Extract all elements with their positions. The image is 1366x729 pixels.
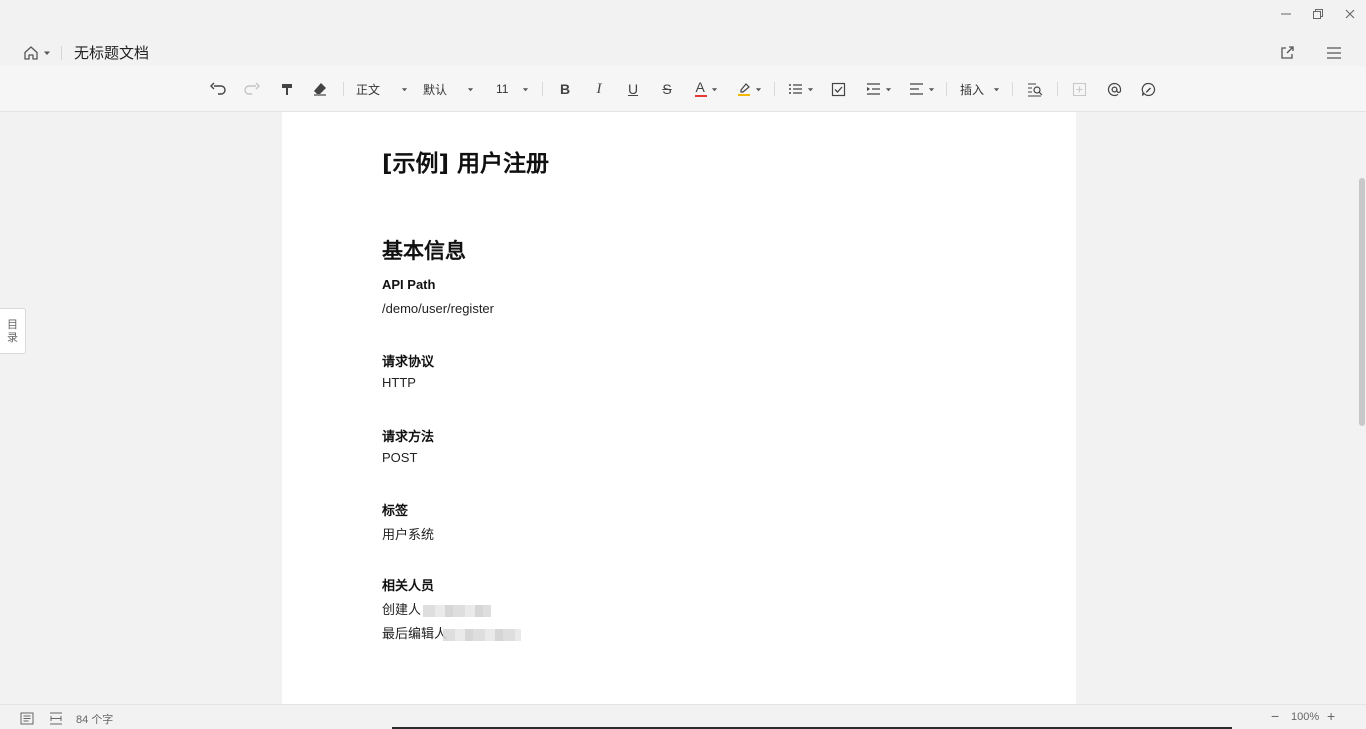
italic-button[interactable]: I: [588, 78, 610, 100]
field-value-tags[interactable]: 用户系统: [382, 524, 434, 543]
home-button[interactable]: [22, 42, 51, 64]
chevron-down-icon: [885, 87, 892, 91]
field-value-api-path[interactable]: /demo/user/register: [382, 301, 494, 316]
insert-menu[interactable]: 插入: [960, 78, 1000, 100]
bulleted-list-button[interactable]: [787, 78, 815, 100]
font-family-value: 默认: [423, 82, 448, 97]
document-heading[interactable]: [示例] 用户注册: [382, 144, 549, 178]
field-label-protocol[interactable]: 请求协议: [382, 351, 434, 370]
field-value-method[interactable]: POST: [382, 450, 417, 465]
font-color-swatch: [694, 95, 707, 97]
redacted-name: [443, 628, 522, 641]
chevron-down-icon: [993, 87, 1000, 91]
eraser-icon[interactable]: [309, 78, 331, 100]
redacted-name: [423, 604, 492, 617]
bulleted-list-icon: [789, 84, 802, 94]
indent-icon: [867, 83, 880, 95]
find-replace-icon[interactable]: [1024, 78, 1046, 100]
chevron-down-icon: [711, 87, 717, 91]
home-icon: [24, 46, 38, 60]
highlight-color-button[interactable]: [735, 78, 763, 100]
hamburger-menu-icon[interactable]: [1323, 42, 1345, 64]
field-label-tags[interactable]: 标签: [382, 500, 408, 519]
checklist-icon[interactable]: [827, 78, 849, 100]
field-value-last-editor[interactable]: 最后编辑人: [382, 623, 522, 642]
font-size-select[interactable]: 11: [496, 78, 529, 100]
window-controls: [1270, 0, 1366, 28]
chevron-down-icon: [807, 87, 814, 91]
indent-button[interactable]: [864, 78, 894, 100]
toc-label: 录: [7, 331, 18, 344]
add-block-icon[interactable]: [1068, 78, 1090, 100]
field-value-protocol[interactable]: HTTP: [382, 375, 416, 390]
undo-icon[interactable]: [207, 78, 229, 100]
zoom-in-button[interactable]: +: [1327, 708, 1335, 724]
table-of-contents-tab[interactable]: 目 录: [0, 308, 26, 354]
toolbar-divider: [542, 82, 543, 96]
highlighter-icon: [737, 83, 750, 96]
strikethrough-label: S: [662, 81, 672, 97]
redo-icon[interactable]: [241, 78, 263, 100]
strikethrough-button[interactable]: S: [656, 78, 678, 100]
font-color-icon: A: [694, 79, 707, 98]
restore-icon[interactable]: [1302, 0, 1334, 28]
document-page[interactable]: [示例] 用户注册 基本信息 API Path /demo/user/regis…: [282, 112, 1076, 704]
creator-label: 创建人: [382, 602, 422, 617]
format-painter-icon[interactable]: [276, 78, 298, 100]
toolbar-divider: [1057, 82, 1058, 96]
at-mention-icon[interactable]: [1103, 78, 1125, 100]
formatting-toolbar: [0, 66, 1366, 112]
field-label-api-path[interactable]: API Path: [382, 277, 435, 292]
underline-label: U: [627, 81, 639, 97]
chevron-down-icon: [522, 87, 529, 91]
document-canvas: [示例] 用户注册 基本信息 API Path /demo/user/regis…: [0, 112, 1366, 704]
bold-button[interactable]: B: [554, 78, 576, 100]
toolbar-divider: [774, 82, 775, 96]
field-label-method[interactable]: 请求方法: [382, 426, 434, 445]
font-color-label: A: [695, 79, 705, 95]
chevron-down-icon: [755, 87, 761, 91]
font-size-value: 11: [496, 82, 509, 96]
title-divider: [61, 46, 62, 60]
chevron-down-icon: [401, 87, 408, 91]
zoom-out-button[interactable]: −: [1271, 708, 1279, 724]
field-label-people[interactable]: 相关人员: [382, 575, 434, 594]
last-editor-label: 最后编辑人: [382, 626, 448, 641]
toc-label: 目: [7, 318, 18, 331]
outline-view-icon[interactable]: [19, 710, 35, 726]
underline-button[interactable]: U: [622, 78, 644, 100]
insert-label: 插入: [960, 82, 985, 97]
word-count: 84 个字: [76, 714, 114, 726]
bold-label: B: [559, 81, 571, 97]
section-heading[interactable]: 基本信息: [382, 235, 466, 265]
title-bar: 无标题文档: [0, 0, 1366, 66]
status-bar: 84 个字 − 100% +: [0, 704, 1366, 729]
field-value-creator[interactable]: 创建人: [382, 599, 492, 618]
chevron-down-icon: [467, 87, 474, 91]
toolbar-divider: [1012, 82, 1013, 96]
share-icon[interactable]: [1276, 42, 1298, 64]
align-left-icon: [910, 83, 923, 95]
zoom-level[interactable]: 100%: [1291, 711, 1319, 723]
paragraph-style-value: 正文: [356, 82, 381, 97]
toolbar-divider: [343, 82, 344, 96]
minimize-icon[interactable]: [1270, 0, 1302, 28]
font-color-button[interactable]: A: [692, 78, 720, 100]
align-button[interactable]: [907, 78, 937, 100]
close-icon[interactable]: [1334, 0, 1366, 28]
vertical-scrollbar[interactable]: [1359, 178, 1365, 426]
toolbar-divider: [946, 82, 947, 96]
italic-label: I: [596, 80, 602, 97]
font-family-select[interactable]: 默认: [423, 78, 474, 100]
paragraph-style-select[interactable]: 正文: [356, 78, 408, 100]
comment-icon[interactable]: [1137, 78, 1159, 100]
document-title[interactable]: 无标题文档: [74, 44, 149, 62]
chevron-down-icon: [928, 87, 935, 91]
chevron-down-icon: [44, 51, 50, 55]
page-width-icon[interactable]: [48, 710, 64, 726]
